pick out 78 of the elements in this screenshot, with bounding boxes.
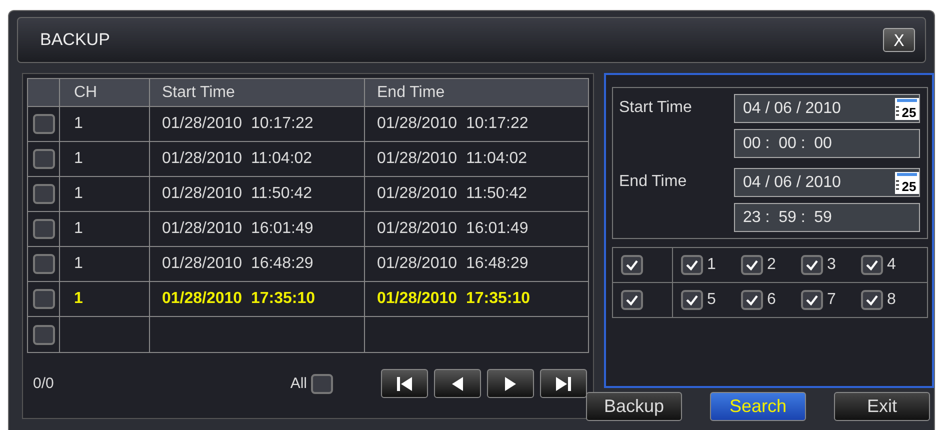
action-button[interactable]: Search	[710, 392, 806, 421]
previous-button[interactable]	[434, 369, 481, 398]
time-label: Start Time	[619, 98, 693, 118]
table-cell: 01/28/2010 16:48:29	[162, 255, 314, 273]
channel-label: 4	[887, 256, 896, 274]
checkbox[interactable]	[681, 290, 703, 310]
check-icon	[625, 294, 639, 306]
window-title: BACKUP	[40, 30, 111, 50]
checkbox[interactable]	[32, 114, 54, 134]
checkbox[interactable]	[32, 184, 54, 204]
checkbox[interactable]	[741, 255, 763, 275]
channel-label: 3	[827, 256, 836, 274]
column-header: CH	[60, 79, 150, 106]
channel-label: 5	[707, 291, 716, 309]
date-field[interactable]: 04 / 06 / 2010 25	[734, 94, 920, 123]
checkbox[interactable]	[621, 255, 643, 275]
channel-label: 6	[767, 291, 776, 309]
check-icon	[865, 259, 879, 271]
column-header: Start Time	[150, 79, 365, 106]
check-icon	[745, 294, 759, 306]
check-icon	[685, 294, 699, 306]
skip-back-icon	[396, 376, 413, 392]
table-cell: 01/28/2010 10:17:22	[162, 115, 314, 133]
checkbox[interactable]	[801, 255, 823, 275]
table-cell: 01/28/2010 11:04:02	[377, 150, 528, 168]
checkbox[interactable]	[32, 324, 54, 344]
action-button[interactable]: Backup	[586, 392, 682, 421]
table-cell: 1	[74, 115, 83, 133]
checkbox[interactable]	[681, 255, 703, 275]
table-cell: 01/28/2010 10:17:22	[377, 115, 528, 133]
check-icon	[805, 259, 819, 271]
channel-label: 7	[827, 291, 836, 309]
time-field[interactable]: 23 : 59 : 59	[734, 203, 920, 232]
checkbox[interactable]	[32, 219, 54, 239]
checkbox[interactable]	[621, 290, 643, 310]
all-label: All	[290, 375, 307, 392]
calendar-icon: 25	[895, 172, 919, 194]
table-cell: 1	[74, 185, 83, 203]
first-page-button[interactable]	[381, 369, 428, 398]
close-button[interactable]: X	[883, 28, 915, 52]
table-cell: 01/28/2010 16:01:49	[162, 220, 314, 238]
table-cell: 01/28/2010 17:35:10	[162, 290, 316, 308]
table-cell: 01/28/2010 16:48:29	[377, 255, 528, 273]
table-cell: 01/28/2010 11:50:42	[162, 185, 312, 203]
checkbox[interactable]	[741, 290, 763, 310]
table-cell: 1	[74, 220, 83, 238]
skip-forward-icon	[555, 376, 572, 392]
table-cell: 01/28/2010 17:35:10	[377, 290, 530, 308]
last-page-button[interactable]	[540, 369, 587, 398]
checkbox[interactable]	[32, 149, 54, 169]
page-count: 0/0	[33, 375, 54, 392]
check-icon	[625, 259, 639, 271]
table-cell: 1	[74, 290, 83, 308]
channel-label: 1	[707, 256, 716, 274]
checkbox[interactable]	[32, 254, 54, 274]
check-icon	[745, 259, 759, 271]
checkbox[interactable]	[311, 374, 333, 394]
table-cell: 1	[74, 255, 83, 273]
check-icon	[865, 294, 879, 306]
time-label: End Time	[619, 172, 688, 192]
action-button[interactable]: Exit	[834, 392, 930, 421]
next-button[interactable]	[487, 369, 534, 398]
channel-label: 2	[767, 256, 776, 274]
checkbox[interactable]	[801, 290, 823, 310]
checkbox[interactable]	[861, 290, 883, 310]
column-header: End Time	[376, 82, 446, 102]
table-cell: 1	[74, 150, 83, 168]
table-cell: 01/28/2010 11:04:02	[162, 150, 312, 168]
date-field[interactable]: 04 / 06 / 2010 25	[734, 168, 920, 197]
table-cell: 01/28/2010 11:50:42	[377, 185, 528, 203]
checkbox[interactable]	[861, 255, 883, 275]
table-cell: 01/28/2010 16:01:49	[377, 220, 528, 238]
check-icon	[805, 294, 819, 306]
channel-label: 8	[887, 291, 896, 309]
calendar-icon: 25	[895, 98, 919, 120]
checkbox[interactable]	[32, 289, 54, 309]
check-icon	[685, 259, 699, 271]
time-field[interactable]: 00 : 00 : 00	[734, 129, 920, 158]
